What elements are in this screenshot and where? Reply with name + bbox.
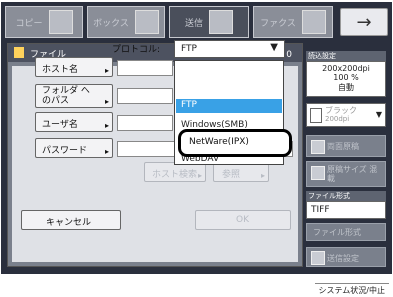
tab-copy[interactable]: コピー: [5, 6, 83, 38]
status-bar: システム状況/中止: [0, 281, 393, 297]
file-format-header: ファイル形式: [306, 191, 386, 201]
protocol-value: FTP: [181, 44, 197, 54]
option-label: NetWare(IPX): [189, 137, 249, 147]
duplex-button[interactable]: 両面原稿: [306, 135, 386, 157]
folder-path-label: フォルダ へのパス: [42, 86, 90, 106]
document-icon: [310, 108, 322, 123]
header-label: ファイル形式: [308, 192, 350, 200]
user-name-label: ユーザ名: [42, 120, 78, 130]
color-mode-selector[interactable]: ブラック 200dpi ▼: [306, 103, 386, 127]
tab-fax[interactable]: ファクス: [253, 6, 333, 38]
send-icon: [209, 10, 233, 34]
tab-label: コピー: [15, 18, 43, 29]
host-search-button[interactable]: ホスト検索 ▸: [144, 162, 206, 182]
arrow-icon: ▸: [260, 171, 265, 180]
file-format-value: TIFF: [306, 201, 386, 219]
settings-sidebar: 読込設定 200x200dpi 100 % 自動 ブラック 200dpi ▼ 両…: [306, 43, 386, 267]
read-settings-box[interactable]: 200x200dpi 100 % 自動: [306, 61, 386, 97]
chevron-down-icon: ▼: [270, 42, 278, 53]
arrow-icon: ▸: [104, 66, 109, 75]
folder-path-field[interactable]: [117, 88, 173, 104]
duplex-label: 両面原稿: [327, 142, 359, 151]
duplex-icon: [311, 140, 325, 154]
tab-box[interactable]: ボックス: [87, 6, 165, 38]
cancel-button[interactable]: キャンセル: [21, 210, 121, 230]
box-icon: [134, 10, 159, 34]
arrow-icon: ▸: [104, 97, 109, 106]
host-name-button[interactable]: ホスト名 ▸: [35, 57, 113, 77]
next-button[interactable]: →: [340, 8, 388, 36]
resolution-value: 200x200dpi: [322, 64, 370, 73]
host-search-label: ホスト検索: [152, 170, 198, 180]
header-label: 読込設定: [308, 52, 336, 60]
cancel-label: キャンセル: [46, 218, 92, 228]
copy-icon: [48, 10, 73, 34]
tab-label: ファクス: [260, 18, 296, 29]
screen: コピー ボックス 送信 ファクス → ファイル 宛先数 : 0 プロトコル:: [0, 0, 393, 297]
host-name-label: ホスト名: [42, 65, 79, 75]
user-name-field[interactable]: [117, 115, 173, 131]
different-size-button[interactable]: 原稿サイズ 混載: [306, 161, 386, 187]
protocol-option-ftp[interactable]: FTP: [176, 99, 282, 113]
ok-label: OK: [236, 215, 249, 225]
password-button[interactable]: パスワード ▸: [35, 138, 113, 158]
option-label: FTP: [181, 100, 197, 110]
file-icon: [14, 47, 24, 58]
tab-label: 送信: [184, 18, 203, 29]
file-format-button[interactable]: ファイル形式: [306, 223, 386, 241]
system-status-button[interactable]: システム状況/中止: [314, 283, 389, 297]
arrow-icon: ▸: [104, 147, 109, 156]
host-name-field[interactable]: [117, 60, 173, 76]
read-settings-header: 読込設定: [306, 51, 386, 61]
fax-icon: [301, 10, 326, 34]
zoom-value: 100 %: [333, 73, 359, 82]
different-size-label: 原稿サイズ 混載: [327, 165, 378, 183]
folder-path-button[interactable]: フォルダ へのパス ▸: [35, 84, 113, 108]
tab-label: ボックス: [93, 18, 129, 29]
right-arrow-icon: →: [356, 11, 372, 33]
auto-value: 自動: [338, 83, 354, 92]
color-mode-sub: 200dpi: [325, 115, 350, 123]
protocol-option-netware[interactable]: NetWare(IPX): [178, 129, 292, 157]
protocol-label: プロトコル:: [112, 45, 161, 55]
send-settings-button[interactable]: 送信設定: [306, 247, 386, 267]
protocol-select[interactable]: FTP ▼: [174, 40, 285, 58]
send-settings-icon: [311, 251, 325, 265]
different-size-icon: [311, 166, 325, 180]
file-format-text: TIFF: [311, 205, 330, 215]
chevron-down-icon: ▼: [375, 110, 382, 119]
reference-label: 参照: [222, 170, 241, 180]
arrow-icon: ▸: [197, 171, 202, 180]
reference-button[interactable]: 参照 ▸: [213, 162, 269, 182]
password-label: パスワード: [42, 146, 88, 156]
device-panel: コピー ボックス 送信 ファクス → ファイル 宛先数 : 0 プロトコル:: [1, 2, 392, 274]
file-format-button-label: ファイル形式: [313, 228, 361, 237]
user-name-button[interactable]: ユーザ名 ▸: [35, 112, 113, 132]
arrow-icon: ▸: [104, 121, 109, 130]
ok-button[interactable]: OK: [195, 210, 291, 230]
send-settings-label: 送信設定: [327, 254, 359, 263]
tab-send[interactable]: 送信: [169, 6, 249, 38]
